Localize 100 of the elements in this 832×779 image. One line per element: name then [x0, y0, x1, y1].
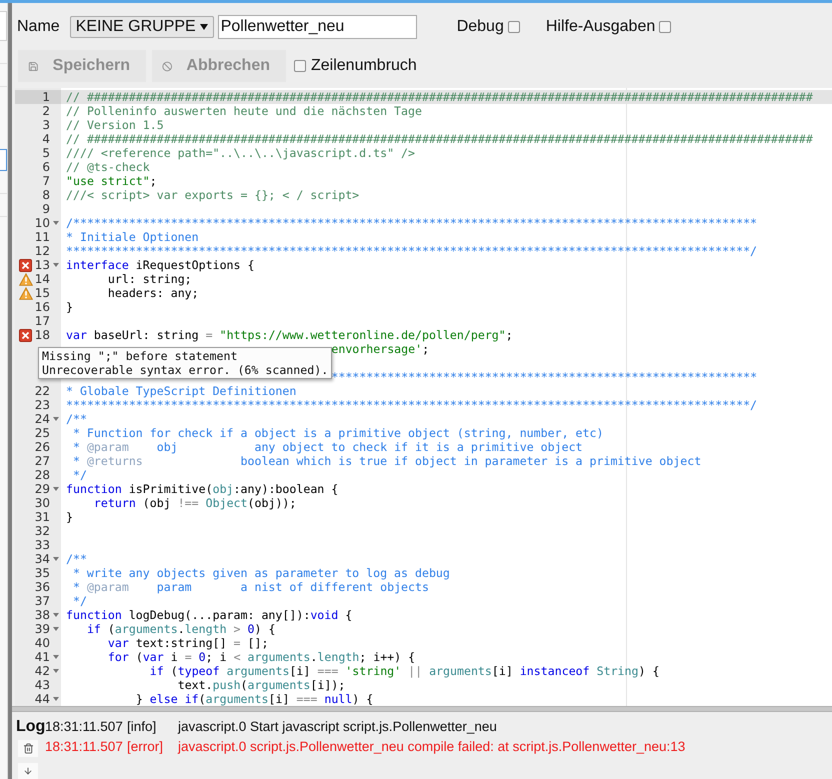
line-number: 42	[34, 664, 50, 678]
code-line: *************************************************************	[331, 370, 758, 384]
code-line: * Initiale Optionen	[66, 230, 199, 244]
code-line: // ########################################################################################################	[66, 90, 813, 104]
fold-caret-icon[interactable]	[52, 417, 58, 421]
code-line: for (var i = 0; i < arguments.length; i++) {	[108, 650, 416, 664]
code-line: /**	[66, 552, 87, 566]
fold-caret-icon[interactable]	[52, 627, 58, 631]
code-line: }	[66, 300, 73, 314]
line-number: 35	[34, 566, 50, 580]
line-number: 2	[42, 104, 50, 118]
fold-caret-icon[interactable]	[52, 697, 58, 701]
code-line: interface iRequestOptions {	[66, 258, 254, 272]
code-line: // ########################################################################################################	[66, 132, 813, 146]
line-number: 6	[42, 160, 50, 174]
checkbox[interactable]	[659, 21, 672, 33]
cancel-icon	[162, 60, 172, 72]
line-number: 43	[34, 678, 50, 692]
group-select[interactable]: KEINE GRUPPE	[70, 16, 214, 38]
line-number: 15	[34, 286, 50, 300]
code-line: var text:string[] = [];	[108, 636, 268, 650]
line-number: 41	[34, 650, 50, 664]
line-number: 23	[34, 398, 50, 412]
line-number: 14	[34, 272, 50, 286]
line-number: 38	[34, 608, 50, 622]
code-line: "use strict";	[66, 174, 157, 188]
clear-log-button[interactable]	[18, 740, 38, 756]
code-line: if (arguments.length > 0) {	[86, 622, 276, 636]
checkbox-label: Zeilenumbruch	[311, 56, 417, 76]
line-number: 33	[34, 538, 50, 552]
line-number: 10	[34, 216, 50, 230]
code-line: * Globale TypeScript Definitionen	[66, 384, 296, 398]
line-number: 3	[42, 118, 50, 132]
code-line: headers: any;	[108, 286, 199, 300]
log-level: [info]	[127, 719, 158, 735]
line-number: 22	[34, 384, 50, 398]
arrow-down-icon	[23, 766, 33, 776]
fold-caret-icon[interactable]	[52, 655, 58, 659]
code-line: **************************************************************************************************/	[66, 398, 758, 412]
line-number: 9	[42, 202, 50, 216]
line-number: 27	[34, 454, 50, 468]
code-line: var baseUrl: string = "https://www.wetteronline.de/pollen/perg";	[66, 328, 513, 342]
line-number: 34	[34, 552, 50, 566]
code-line: function isPrimitive(obj:any):boolean {	[66, 482, 338, 496]
log-time: 18:31:11.507	[45, 739, 124, 755]
code-line: return (obj !== Object(obj));	[94, 496, 296, 510]
line-number: 44	[34, 692, 50, 706]
fold-caret-icon[interactable]	[52, 557, 58, 561]
line-number: 39	[34, 622, 50, 636]
code-line: // Version 1.5	[66, 118, 164, 132]
code-line: //// <reference path="..\..\..\javascript.d.ts" />	[66, 146, 416, 160]
caret-icon	[200, 24, 208, 30]
line-number: 36	[34, 580, 50, 594]
code-line: */	[72, 594, 87, 608]
code-line: text.push(arguments[i]);	[178, 678, 346, 692]
fold-caret-icon[interactable]	[52, 613, 58, 617]
fold-caret-icon[interactable]	[52, 221, 58, 225]
log-time: 18:31:11.507	[45, 719, 124, 735]
line-number: 16	[34, 300, 50, 314]
code-line: * write any objects given as parameter to log as debug	[72, 566, 450, 580]
checkbox[interactable]	[294, 60, 306, 72]
line-number: 13	[34, 258, 50, 272]
code-line: /**************************************************************************************************	[66, 216, 758, 230]
log-message: javascript.0 script.js.Pollenwetter_neu compile failed: at script.js.Pollenwetter_neu:13	[178, 739, 686, 755]
code-line: url: string;	[108, 272, 192, 286]
save-icon	[28, 60, 39, 72]
scroll-down-button[interactable]	[18, 762, 38, 779]
line-number: 1	[42, 90, 50, 104]
checkbox-label: Hilfe-Ausgaben	[546, 17, 656, 37]
code-line: }	[66, 510, 73, 524]
code-line: } else if(arguments[i] === null) {	[136, 692, 374, 706]
code-line: ///< script> var exports = {}; < / script>	[66, 188, 360, 202]
line-number: 32	[34, 524, 50, 538]
line-number: 24	[34, 412, 50, 426]
line-number: 5	[42, 146, 50, 160]
code-line: if (typeof arguments[i] === 'string' || arguments[i] instanceof String) {	[150, 664, 660, 678]
line-number: 31	[34, 510, 50, 524]
fold-caret-icon[interactable]	[52, 669, 58, 673]
line-number: 18	[34, 328, 50, 342]
line-number: 7	[42, 174, 50, 188]
line-number: 28	[34, 468, 50, 482]
name-label: Name	[17, 17, 60, 37]
line-number: 8	[42, 188, 50, 202]
code-line: **************************************************************************************************/	[66, 244, 758, 258]
fold-caret-icon[interactable]	[52, 487, 58, 491]
log-title: Log	[16, 718, 46, 736]
line-number: 37	[34, 594, 50, 608]
line-number: 12	[34, 244, 50, 258]
fold-caret-icon[interactable]	[52, 263, 58, 267]
checkbox[interactable]	[508, 21, 520, 33]
line-number: 11	[34, 230, 50, 244]
name-field[interactable]: Pollenwetter_neu	[218, 15, 417, 39]
code-line: // @ts-check	[66, 160, 150, 174]
log-level: [error]	[127, 739, 164, 755]
code-line: * @param param a nist of different objects	[72, 580, 429, 594]
line-number: 17	[34, 314, 50, 328]
line-number: 4	[42, 132, 50, 146]
code-line: function logDebug(...param: any[]):void {	[66, 608, 352, 622]
code-editor[interactable]	[15, 88, 832, 706]
trash-icon	[22, 742, 34, 754]
